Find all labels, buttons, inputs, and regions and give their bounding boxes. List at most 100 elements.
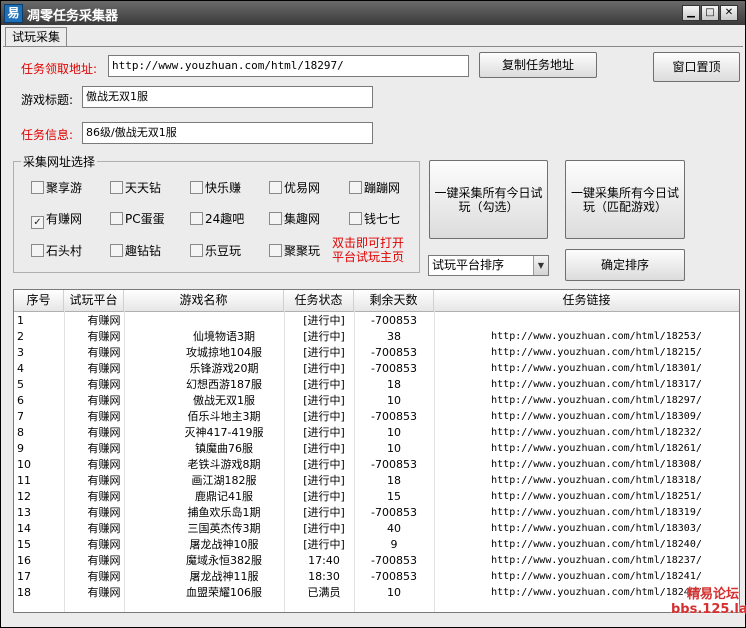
- task-url-field[interactable]: http://www.youzhuan.com/html/18297/: [108, 55, 469, 77]
- checkbox-label: PC蛋蛋: [125, 212, 165, 226]
- table-cell: 已满员: [307, 586, 341, 599]
- checkbox-label: 聚享游: [46, 181, 83, 195]
- checkbox-box[interactable]: [110, 244, 123, 257]
- table-row[interactable]: 3 有赚网 攻城掠地104服 [进行中] -700853 http://www.youzh…: [14, 345, 739, 361]
- column-header-index[interactable]: 序号: [14, 290, 64, 311]
- table-row[interactable]: 12 有赚网 鹿鼎记41服 [进行中] 15 http://www.youzhuan.co…: [14, 489, 739, 505]
- checkbox-box[interactable]: [31, 181, 44, 194]
- checkbox-label: 天天钻: [125, 181, 162, 195]
- checkbox-pcdandan[interactable]: PC蛋蛋: [110, 210, 165, 227]
- game-title-field[interactable]: 傲战无双1服: [82, 86, 373, 108]
- collect-checked-button[interactable]: 一键采集所有今日试 玩（勾选）: [429, 160, 548, 239]
- tab-trial-collect[interactable]: 试玩采集: [5, 27, 67, 47]
- table-cell: [进行中]: [303, 506, 345, 519]
- copy-task-url-button[interactable]: 复制任务地址: [479, 52, 597, 78]
- table-row[interactable]: 8 有赚网 灭神417-419服 [进行中] 10 http://www.youzhuan…: [14, 425, 739, 441]
- watermark-line-2: bbs.125.la: [671, 602, 746, 617]
- checkbox-jiquwang[interactable]: 集趣网: [269, 210, 320, 227]
- table-cell: [进行中]: [303, 362, 345, 375]
- task-table[interactable]: 序号 试玩平台 游戏名称 任务状态 剩余天数 任务链接 1 有赚网 [进行中] -70…: [13, 289, 740, 613]
- checkbox-juxiangyou[interactable]: 聚享游: [31, 179, 82, 196]
- column-header-status[interactable]: 任务状态: [284, 290, 354, 311]
- checkbox-youyiwang[interactable]: 优易网: [269, 179, 320, 196]
- table-cell: 17:40: [308, 554, 340, 567]
- check-icon[interactable]: ✓: [31, 216, 44, 229]
- checkbox-box[interactable]: [269, 244, 282, 257]
- checkbox-jujuwan[interactable]: 聚聚玩: [269, 242, 320, 259]
- checkbox-box[interactable]: [269, 181, 282, 194]
- table-row[interactable]: 17 有赚网 屠龙战神11服 18:30 -700853 http://www.youzh…: [14, 569, 739, 585]
- checkbox-box[interactable]: [190, 181, 203, 194]
- close-icon[interactable]: ✕: [720, 5, 738, 21]
- table-row[interactable]: 7 有赚网 佰乐斗地主3期 [进行中] -700853 http://www.youzhu…: [14, 409, 739, 425]
- table-cell: 10: [387, 586, 401, 599]
- checkbox-box[interactable]: [110, 212, 123, 225]
- button-line-2: 玩（勾选）: [458, 199, 519, 214]
- table-row[interactable]: 13 有赚网 捕鱼欢乐岛1期 [进行中] -700853 http://www.youzh…: [14, 505, 739, 521]
- minimize-icon[interactable]: ▁: [682, 5, 700, 21]
- checkbox-24quba[interactable]: 24趣吧: [190, 210, 244, 227]
- table-row[interactable]: 1 有赚网 [进行中] -700853: [14, 313, 739, 329]
- table-cell: 18: [17, 586, 31, 599]
- task-info-field[interactable]: 86级/傲战无双1服: [82, 122, 373, 144]
- table-cell: 12: [17, 490, 31, 503]
- confirm-sort-button[interactable]: 确定排序: [565, 249, 685, 281]
- table-row[interactable]: 18 有赚网 血盟荣耀106服 已满员 10 http://www.youzhuan.co…: [14, 585, 739, 601]
- column-header-platform[interactable]: 试玩平台: [64, 290, 124, 311]
- table-cell: 5: [17, 378, 24, 391]
- table-row[interactable]: 14 有赚网 三国英杰传3期 [进行中] 40 http://www.youzhuan.c…: [14, 521, 739, 537]
- table-cell: [进行中]: [303, 474, 345, 487]
- table-cell: http://www.youzhuan.com/html/18319/: [491, 507, 702, 518]
- table-cell: 18: [387, 474, 401, 487]
- checkbox-kuailezhuan[interactable]: 快乐赚: [190, 179, 241, 196]
- checkbox-box[interactable]: [349, 212, 362, 225]
- sort-select-value: 试玩平台排序: [432, 258, 505, 272]
- checkbox-box[interactable]: [190, 244, 203, 257]
- tab-strip: 试玩采集: [1, 25, 745, 47]
- table-cell: 38: [387, 330, 401, 343]
- task-url-label: 任务领取地址:: [21, 62, 98, 76]
- checkbox-tiantianzuan[interactable]: 天天钻: [110, 179, 161, 196]
- checkbox-ledouwan[interactable]: 乐豆玩: [190, 242, 241, 259]
- button-line-1: 一键采集所有今日试: [570, 185, 679, 200]
- table-cell: 10: [17, 458, 31, 471]
- table-cell: -700853: [371, 410, 417, 423]
- table-cell: -700853: [371, 458, 417, 471]
- table-cell: http://www.youzhuan.com/html/18301/: [491, 363, 702, 374]
- table-row[interactable]: 4 有赚网 乐锋游戏20期 [进行中] -700853 http://www.youzhu…: [14, 361, 739, 377]
- table-row[interactable]: 10 有赚网 老铁斗游戏8期 [进行中] -700853 http://www.youzh…: [14, 457, 739, 473]
- table-row[interactable]: 11 有赚网 画江湖182服 [进行中] 18 http://www.youzhuan.c…: [14, 473, 739, 489]
- checkbox-box[interactable]: [31, 244, 44, 257]
- column-header-task-link[interactable]: 任务链接: [434, 290, 739, 311]
- maximize-icon[interactable]: □: [701, 5, 719, 21]
- checkbox-shitoucun[interactable]: 石头村: [31, 242, 82, 259]
- table-row[interactable]: 5 有赚网 幻想西游187服 [进行中] 18 http://www.youzhuan.c…: [14, 377, 739, 393]
- checkbox-label: 蹦蹦网: [364, 181, 401, 195]
- chevron-down-icon[interactable]: ▼: [533, 256, 548, 275]
- title-bar[interactable]: 易 凋零任务采集器 ▁ □ ✕: [1, 1, 745, 25]
- checkbox-box[interactable]: [269, 212, 282, 225]
- table-row[interactable]: 15 有赚网 屠龙战神10服 [进行中] 9 http://www.youzhuan.co…: [14, 537, 739, 553]
- window-topmost-button[interactable]: 窗口置顶: [653, 52, 740, 82]
- checkbox-qianqiqi[interactable]: 钱七七: [349, 210, 400, 227]
- table-cell: http://www.youzhuan.com/html/18318/: [491, 475, 702, 486]
- checkbox-box[interactable]: [110, 181, 123, 194]
- checkbox-box[interactable]: [349, 181, 362, 194]
- window-title: 凋零任务采集器: [27, 9, 119, 24]
- double-click-hint: 双击即可打开 平台试玩主页: [332, 236, 404, 264]
- checkbox-quzuanzuan[interactable]: 趣钻钻: [110, 242, 161, 259]
- table-row[interactable]: 6 有赚网 傲战无双1服 [进行中] 10 http://www.youzhuan.com…: [14, 393, 739, 409]
- checkbox-box[interactable]: [190, 212, 203, 225]
- table-cell: [进行中]: [303, 410, 345, 423]
- table-row[interactable]: 9 有赚网 镇魔曲76服 [进行中] 10 http://www.youzhuan.com…: [14, 441, 739, 457]
- column-header-days-left[interactable]: 剩余天数: [354, 290, 434, 311]
- checkbox-bengbengwang[interactable]: 蹦蹦网: [349, 179, 400, 196]
- collect-matched-button[interactable]: 一键采集所有今日试 玩（匹配游戏）: [565, 160, 685, 239]
- checkbox-youzhuanwang[interactable]: ✓ 有赚网: [31, 210, 82, 229]
- table-cell: 18: [387, 378, 401, 391]
- table-row[interactable]: 2 有赚网 仙境物语3期 [进行中] 38 http://www.youzhuan.com…: [14, 329, 739, 345]
- column-header-game-name[interactable]: 游戏名称: [124, 290, 284, 311]
- table-row[interactable]: 16 有赚网 魔域永恒382服 17:40 -700853 http://www.youz…: [14, 553, 739, 569]
- sort-select[interactable]: 试玩平台排序 ▼: [428, 255, 549, 276]
- table-cell: [进行中]: [303, 458, 345, 471]
